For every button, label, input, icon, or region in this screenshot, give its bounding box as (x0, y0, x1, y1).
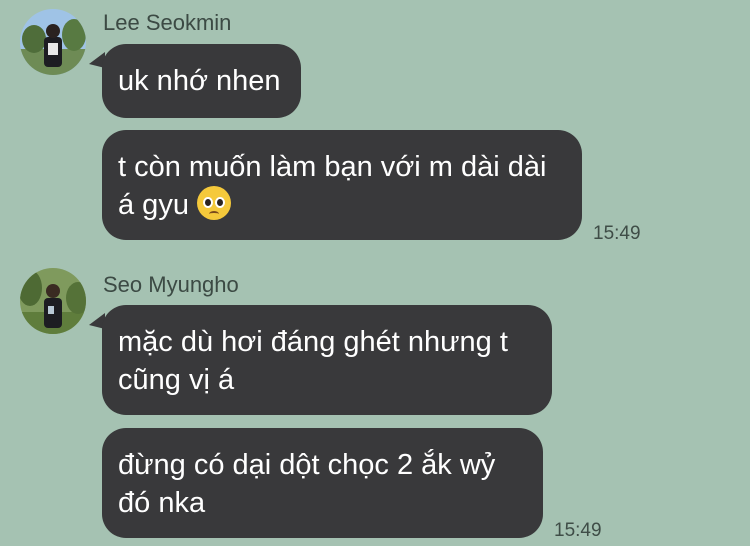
message-text-line: mặc dù hơi đáng ghét nhưng t (118, 326, 508, 358)
avatar-photo-icon (20, 9, 86, 75)
message-text-line: đừng có dại dột chọc 2 ắk wỷ (118, 449, 496, 481)
message-text-line: đó nka (118, 487, 206, 519)
message-timestamp: 15:49 (554, 520, 602, 541)
avatar[interactable] (20, 268, 86, 334)
pleading-face-icon (196, 186, 231, 220)
message-text: uk nhớ nhen (118, 65, 281, 97)
sender-name: Seo Myungho (103, 272, 239, 297)
message-text-line: á gyu (118, 189, 189, 221)
message-bubble[interactable]: đừng có dại dột chọc 2 ắk wỷ đó nka (102, 428, 543, 538)
message-text-line: t còn muốn làm bạn với m dài dài (118, 151, 547, 183)
avatar[interactable] (20, 9, 86, 75)
message-bubble[interactable]: uk nhớ nhen (102, 44, 301, 118)
message-bubble[interactable]: t còn muốn làm bạn với m dài dài á gyu (102, 130, 582, 240)
message-bubble[interactable]: mặc dù hơi đáng ghét nhưng t cũng vị á (102, 305, 552, 415)
sender-name: Lee Seokmin (103, 10, 232, 35)
message-timestamp: 15:49 (593, 223, 641, 244)
avatar-photo-icon (20, 268, 86, 334)
message-text-line: cũng vị á (118, 364, 235, 396)
